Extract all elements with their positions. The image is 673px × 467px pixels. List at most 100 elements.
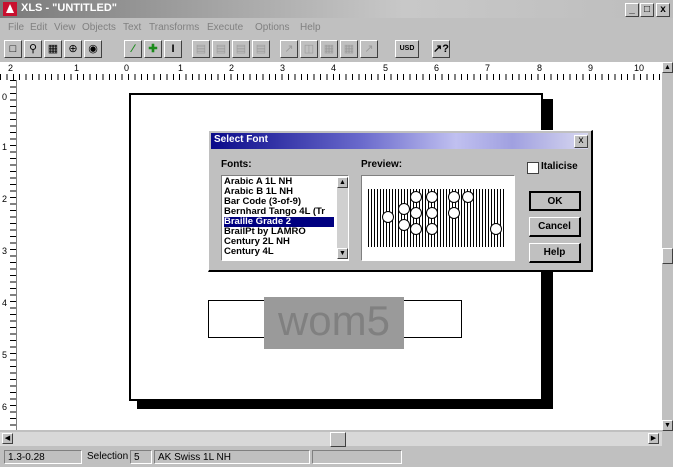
ruler-label: 2 bbox=[229, 63, 235, 73]
braille-dot bbox=[398, 203, 410, 215]
select-icon[interactable]: □ bbox=[4, 40, 22, 58]
scroll-up-arrow[interactable]: ▲ bbox=[662, 62, 673, 73]
zoom-icon[interactable]: ⚲ bbox=[24, 40, 42, 58]
align-justify-icon[interactable]: ▤ bbox=[252, 40, 270, 58]
help-button[interactable]: Help bbox=[529, 243, 581, 263]
braille-dot bbox=[426, 207, 438, 219]
list-scroll-up-arrow[interactable]: ▲ bbox=[337, 177, 348, 188]
align-left-icon[interactable]: ▤ bbox=[192, 40, 210, 58]
menu-options[interactable]: Options bbox=[255, 22, 289, 33]
maximize-button[interactable]: □ bbox=[640, 3, 654, 17]
dialog-title-bar: Select Font x bbox=[211, 133, 588, 149]
braille-dot bbox=[410, 223, 422, 235]
title-bar: XLS - "UNTITLED" _ □ x bbox=[0, 0, 673, 18]
ruler-label: 9 bbox=[588, 63, 594, 73]
mirror-icon[interactable]: ◫ bbox=[300, 40, 318, 58]
ruler-label: 6 bbox=[2, 402, 8, 412]
ruler-label: 3 bbox=[2, 246, 8, 256]
ruler-label: 4 bbox=[2, 298, 8, 308]
vertical-scroll-thumb[interactable] bbox=[662, 248, 673, 264]
minimize-button[interactable]: _ bbox=[625, 3, 639, 17]
italicise-label: Italicise bbox=[541, 161, 578, 172]
ruler-label: 5 bbox=[2, 350, 8, 360]
ruler-label: 8 bbox=[537, 63, 543, 73]
font-list-item[interactable]: Century 4L bbox=[224, 247, 334, 257]
scroll-down-arrow[interactable]: ▼ bbox=[662, 420, 673, 431]
align-center-icon[interactable]: ▤ bbox=[212, 40, 230, 58]
status-coords: 1.3-0.28 bbox=[4, 450, 82, 464]
fill-icon[interactable]: ▦ bbox=[340, 40, 358, 58]
path-icon[interactable]: ↗ bbox=[360, 40, 378, 58]
ruler-label: 1 bbox=[178, 63, 184, 73]
ruler-label: 1 bbox=[74, 63, 80, 73]
ruler-label: 7 bbox=[485, 63, 491, 73]
menu-view[interactable]: View bbox=[54, 22, 76, 33]
font-list[interactable]: Arabic A 1L NH Arabic B 1L NH Bar Code (… bbox=[221, 175, 349, 261]
window-title: XLS - "UNTITLED" bbox=[21, 2, 117, 14]
dialog-close-button[interactable]: x bbox=[574, 135, 588, 148]
ok-button[interactable]: OK bbox=[529, 191, 581, 211]
app-icon bbox=[3, 2, 17, 16]
font-list-scrollbar[interactable]: ▲ ▼ bbox=[337, 177, 348, 259]
font-preview-box bbox=[361, 175, 515, 261]
selected-text-object[interactable]: wom5 bbox=[264, 297, 404, 349]
move-tool-icon[interactable]: ✚ bbox=[144, 40, 162, 58]
braille-dot bbox=[426, 223, 438, 235]
menu-help[interactable]: Help bbox=[300, 22, 321, 33]
status-selection-label: Selection bbox=[87, 451, 129, 462]
braille-dot bbox=[426, 191, 438, 203]
dialog-title: Select Font bbox=[214, 134, 268, 145]
status-empty-field bbox=[312, 450, 402, 464]
ruler-label: 6 bbox=[434, 63, 440, 73]
braille-dot bbox=[410, 191, 422, 203]
context-help-icon[interactable]: ↗? bbox=[432, 40, 450, 58]
ruler-ticks bbox=[10, 80, 16, 430]
scroll-left-arrow[interactable]: ◀ bbox=[2, 433, 13, 444]
braille-dot bbox=[410, 207, 422, 219]
align-right-icon[interactable]: ▤ bbox=[232, 40, 250, 58]
horizontal-ruler: 2 1 0 1 2 3 4 5 6 7 8 9 10 bbox=[0, 62, 673, 81]
braille-dot bbox=[398, 219, 410, 231]
ruler-label: 0 bbox=[124, 63, 130, 73]
transform-icon[interactable]: ↗ bbox=[280, 40, 298, 58]
status-selection-count: 5 bbox=[130, 450, 152, 464]
line-tool-icon[interactable]: ∕ bbox=[124, 40, 142, 58]
close-button[interactable]: x bbox=[656, 3, 670, 17]
vertical-ruler: 0 1 2 3 4 5 6 bbox=[0, 80, 17, 430]
list-scroll-down-arrow[interactable]: ▼ bbox=[337, 248, 348, 259]
scroll-right-arrow[interactable]: ▶ bbox=[648, 433, 659, 444]
ruler-label: 0 bbox=[2, 92, 8, 102]
ruler-label: 1 bbox=[2, 142, 8, 152]
crosshair-icon[interactable]: ⊕ bbox=[64, 40, 82, 58]
ruler-label: 3 bbox=[280, 63, 286, 73]
menu-text[interactable]: Text bbox=[123, 22, 141, 33]
braille-dot bbox=[448, 207, 460, 219]
ruler-label: 4 bbox=[331, 63, 337, 73]
menu-execute[interactable]: Execute bbox=[207, 22, 243, 33]
cancel-button[interactable]: Cancel bbox=[529, 217, 581, 237]
menu-edit[interactable]: Edit bbox=[30, 22, 47, 33]
menu-file[interactable]: File bbox=[8, 22, 24, 33]
status-bar: 1.3-0.28 Selection 5 AK Swiss 1L NH bbox=[0, 448, 673, 467]
preview-label: Preview: bbox=[361, 159, 403, 170]
horizontal-scroll-thumb[interactable] bbox=[330, 432, 346, 447]
usd-button[interactable]: USD bbox=[395, 40, 419, 58]
menu-transforms[interactable]: Transforms bbox=[149, 22, 199, 33]
menu-objects[interactable]: Objects bbox=[82, 22, 116, 33]
text-tool-icon[interactable]: I bbox=[164, 40, 182, 58]
fonts-label: Fonts: bbox=[221, 159, 252, 170]
menu-bar: File Edit View Objects Text Transforms E… bbox=[0, 20, 673, 36]
grid-icon[interactable]: ▦ bbox=[44, 40, 62, 58]
select-font-dialog: Select Font x Fonts: Preview: Arabic A 1… bbox=[208, 130, 593, 272]
target-icon[interactable]: ◉ bbox=[84, 40, 102, 58]
italicise-checkbox[interactable] bbox=[527, 162, 539, 174]
toolbar: □ ⚲ ▦ ⊕ ◉ ∕ ✚ I ▤ ▤ ▤ ▤ ↗ ◫ ▦ ▦ ↗ USD ↗? bbox=[0, 38, 673, 60]
braille-dot bbox=[382, 211, 394, 223]
braille-dot bbox=[490, 223, 502, 235]
array-icon[interactable]: ▦ bbox=[320, 40, 338, 58]
braille-dot bbox=[448, 191, 460, 203]
ruler-label: 2 bbox=[8, 63, 14, 73]
ruler-label: 5 bbox=[383, 63, 389, 73]
vertical-scrollbar[interactable]: ▲ ▼ bbox=[662, 62, 673, 432]
status-font: AK Swiss 1L NH bbox=[154, 450, 310, 464]
